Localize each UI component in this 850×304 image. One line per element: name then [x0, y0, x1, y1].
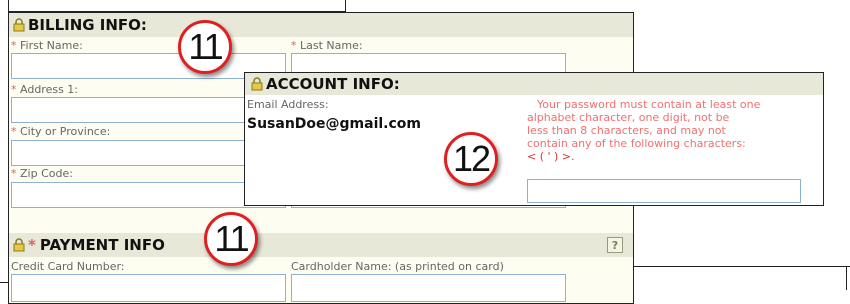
- bottom-right-frame-side: [846, 266, 847, 290]
- top-cropped-box: [8, 0, 346, 12]
- bottom-left-frame: [0, 282, 8, 283]
- account-panel: ACCOUNT INFO: Email Address: SusanDoe@gm…: [244, 72, 824, 206]
- address1-label: * Address 1:: [11, 83, 79, 96]
- required-marker: *: [11, 83, 17, 96]
- lock-icon: [13, 18, 25, 32]
- password-line: Your password must contain at least one: [537, 98, 761, 111]
- lock-icon: [251, 77, 263, 91]
- billing-header: BILLING INFO:: [9, 13, 633, 37]
- help-icon[interactable]: ?: [607, 237, 623, 253]
- required-marker: *: [11, 125, 17, 138]
- account-title: ACCOUNT INFO:: [266, 75, 400, 93]
- card-number-input[interactable]: [11, 274, 286, 302]
- account-header: ACCOUNT INFO:: [245, 73, 823, 95]
- payment-header: * PAYMENT INFO: [9, 233, 633, 257]
- last-name-label: * Last Name:: [291, 39, 363, 52]
- card-number-label: Credit Card Number:: [11, 260, 125, 273]
- password-line: less than 8 characters, and may not: [527, 124, 726, 137]
- password-line: alphabet character, one digit, not be: [527, 111, 730, 124]
- password-line: contain any of the following characters:: [527, 137, 746, 150]
- callout-badge-account: 12: [444, 132, 498, 186]
- zip-label: * Zip Code:: [11, 167, 73, 180]
- lock-icon: [13, 238, 25, 252]
- email-value[interactable]: SusanDoe@gmail.com: [247, 116, 421, 132]
- callout-badge-billing: 11: [178, 20, 232, 74]
- bottom-right-frame: [633, 266, 850, 267]
- password-input[interactable]: [527, 179, 801, 203]
- password-line: < ( ' ) >.: [527, 150, 575, 163]
- billing-title: BILLING INFO:: [28, 16, 147, 34]
- callout-badge-payment: 11: [204, 212, 258, 266]
- payment-required-marker: *: [28, 236, 36, 254]
- cardholder-label: Cardholder Name: (as printed on card): [291, 260, 504, 273]
- password-requirements: Your password must contain at least one …: [527, 98, 817, 163]
- cardholder-input[interactable]: [291, 274, 566, 302]
- first-name-label: * First Name:: [11, 39, 83, 52]
- email-label: Email Address:: [247, 98, 329, 111]
- payment-title: PAYMENT INFO: [39, 236, 165, 254]
- required-marker: *: [11, 167, 17, 180]
- city-label: * City or Province:: [11, 125, 111, 138]
- required-marker: *: [11, 39, 17, 52]
- required-marker: *: [291, 39, 297, 52]
